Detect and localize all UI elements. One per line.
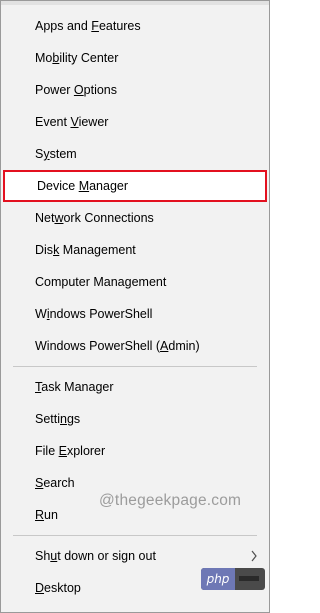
menu-item-task-manager[interactable]: Task Manager — [1, 372, 269, 402]
menu-item-label: Shut down or sign out — [35, 549, 156, 563]
menu-item-shut-down-or-sign-out[interactable]: Shut down or sign out — [1, 541, 269, 571]
menu-item-mobility-center[interactable]: Mobility Center — [1, 43, 269, 73]
menu-item-windows-powershell-admin[interactable]: Windows PowerShell (Admin) — [1, 331, 269, 361]
menu-item-system[interactable]: System — [1, 139, 269, 169]
menu-item-file-explorer[interactable]: File Explorer — [1, 436, 269, 466]
badge-dark-mark — [239, 576, 259, 581]
menu-item-network-connections[interactable]: Network Connections — [1, 203, 269, 233]
menu-item-label: Device Manager — [37, 179, 129, 193]
menu-item-power-options[interactable]: Power Options — [1, 75, 269, 105]
menu-separator — [13, 366, 257, 367]
menu-item-label: Apps and Features — [35, 19, 141, 33]
menu-item-event-viewer[interactable]: Event Viewer — [1, 107, 269, 137]
menu-item-label: Computer Management — [35, 275, 167, 289]
chevron-right-icon — [251, 550, 257, 562]
menu-item-label: Power Options — [35, 83, 117, 97]
php-logo-badge: php — [201, 568, 265, 590]
menu-item-label: Task Manager — [35, 380, 114, 394]
php-logo-text: php — [201, 568, 235, 590]
menu-item-label: File Explorer — [35, 444, 106, 458]
menu-item-label: Event Viewer — [35, 115, 109, 129]
menu-item-label: Settings — [35, 412, 81, 426]
menu-top-edge — [1, 1, 269, 5]
menu-item-label: Windows PowerShell (Admin) — [35, 339, 200, 353]
menu-separator — [13, 535, 257, 536]
menu-item-label: Run — [35, 508, 58, 522]
menu-item-device-manager[interactable]: Device Manager — [3, 170, 267, 202]
winx-context-menu: Apps and Features Mobility Center Power Op… — [0, 0, 270, 613]
watermark-text: @thegeekpage.com — [99, 492, 242, 509]
menu-item-disk-management[interactable]: Disk Management — [1, 235, 269, 265]
menu-item-label: Mobility Center — [35, 51, 119, 65]
menu-item-label: Search — [35, 476, 75, 490]
menu-item-label: Desktop — [35, 581, 81, 595]
menu-item-label: Disk Management — [35, 243, 136, 257]
menu-item-label: Windows PowerShell — [35, 307, 153, 321]
menu-item-settings[interactable]: Settings — [1, 404, 269, 434]
menu-item-label: System — [35, 147, 77, 161]
menu-item-windows-powershell[interactable]: Windows PowerShell — [1, 299, 269, 329]
menu-item-apps-and-features[interactable]: Apps and Features — [1, 11, 269, 41]
menu-item-computer-management[interactable]: Computer Management — [1, 267, 269, 297]
menu-item-label: Network Connections — [35, 211, 154, 225]
